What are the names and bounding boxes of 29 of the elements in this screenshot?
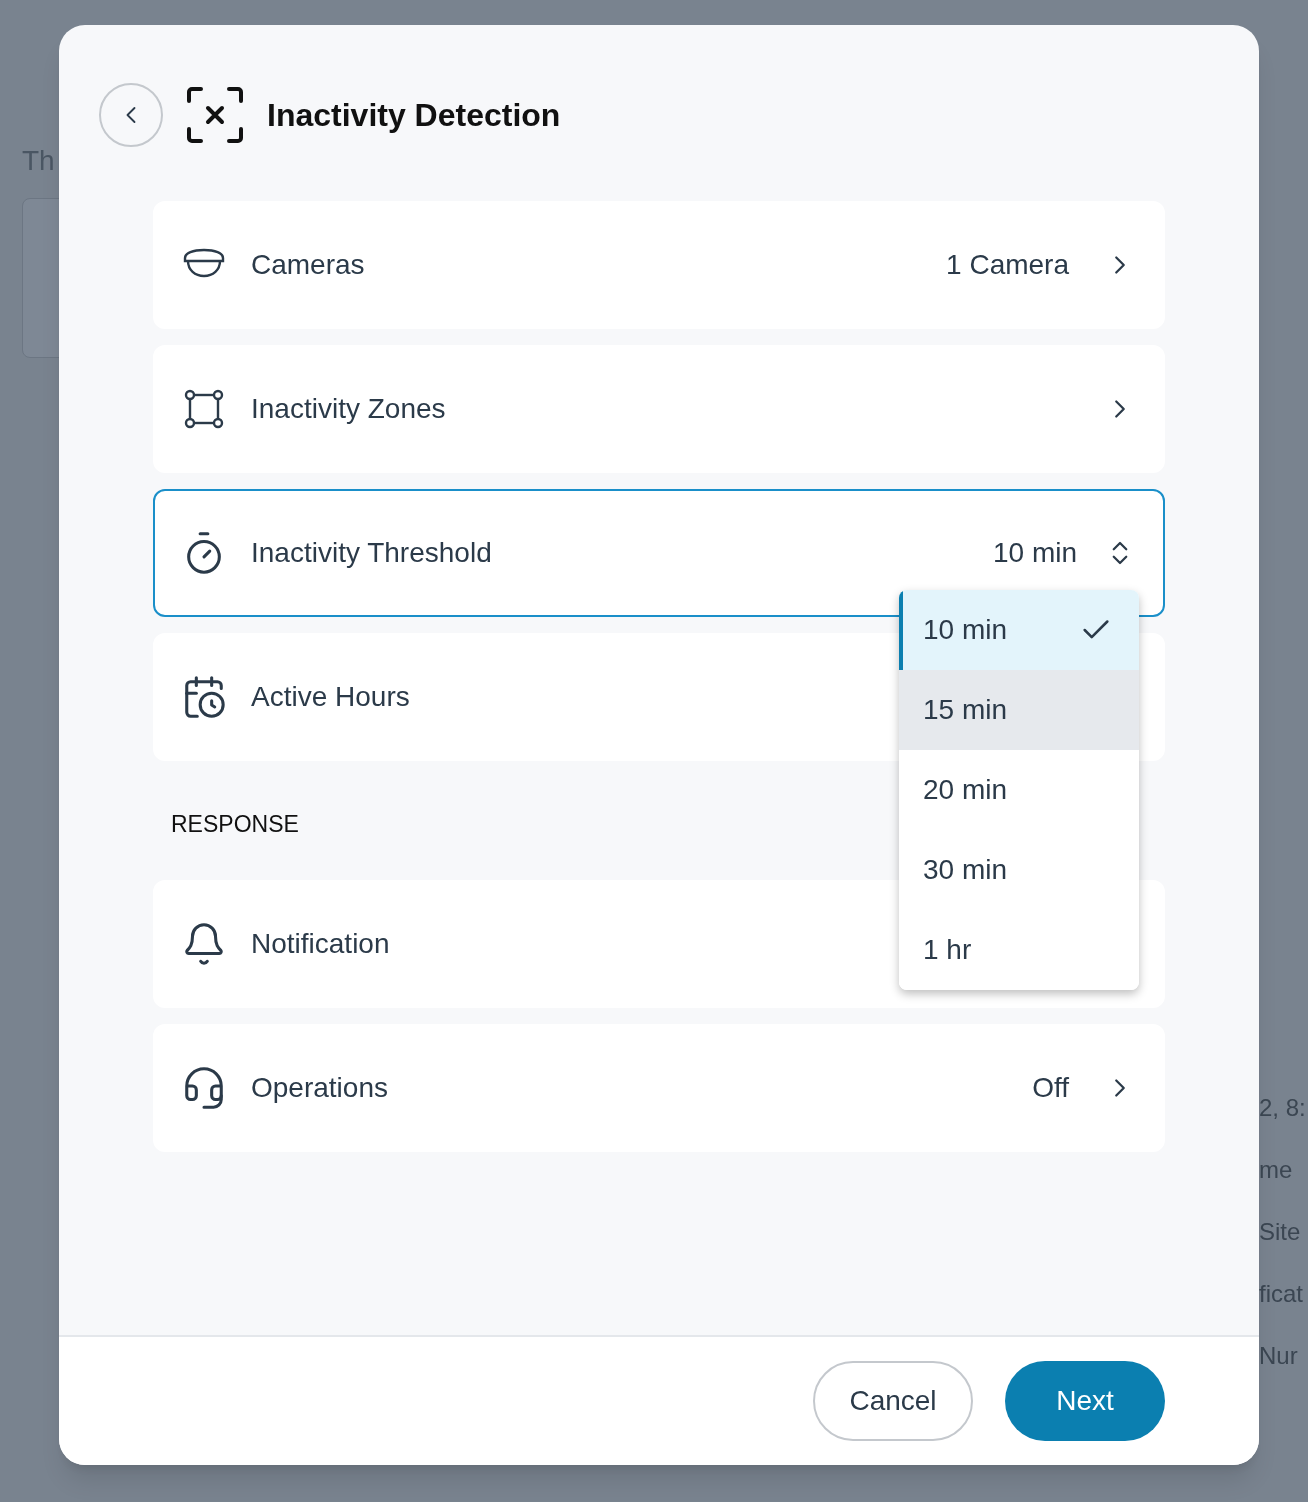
- background-text: ficat: [1259, 1279, 1304, 1309]
- dropdown-option[interactable]: 15 min: [899, 670, 1139, 750]
- row-label: Active Hours: [251, 680, 410, 714]
- background-text: Nur: [1259, 1341, 1299, 1371]
- background-text: Site: [1259, 1217, 1302, 1247]
- dropdown-option[interactable]: 30 min: [899, 830, 1139, 910]
- row-value: Off: [1032, 1070, 1069, 1105]
- background-text: 2, 8:: [1259, 1093, 1307, 1123]
- dropdown-option[interactable]: 10 min: [899, 590, 1139, 670]
- next-button[interactable]: Next: [1005, 1361, 1165, 1441]
- row-label: Cameras: [251, 248, 365, 282]
- dropdown-option[interactable]: 1 hr: [899, 910, 1139, 990]
- cancel-button[interactable]: Cancel: [813, 1361, 973, 1441]
- row-label: Notification: [251, 926, 390, 961]
- row-label: Operations: [251, 1070, 388, 1105]
- frame-x-icon: [185, 85, 245, 145]
- back-button[interactable]: [99, 83, 163, 147]
- background-text: me: [1259, 1155, 1294, 1185]
- row-value: 1 Camera: [946, 248, 1069, 282]
- settings-row[interactable]: Inactivity Zones: [153, 345, 1165, 473]
- section-label: RESPONSE: [171, 811, 299, 837]
- settings-row[interactable]: Cameras 1 Camera: [153, 201, 1165, 329]
- row-label: Inactivity Zones: [251, 392, 446, 426]
- dialog-title: Inactivity Detection: [267, 96, 561, 135]
- settings-row[interactable]: Operations Off: [153, 1023, 1165, 1152]
- dropdown-option[interactable]: 20 min: [899, 750, 1139, 830]
- row-label: Inactivity Threshold: [251, 536, 492, 570]
- settings-row[interactable]: Inactivity Threshold 10 min: [153, 489, 1165, 617]
- row-value: 10 min: [992, 536, 1077, 570]
